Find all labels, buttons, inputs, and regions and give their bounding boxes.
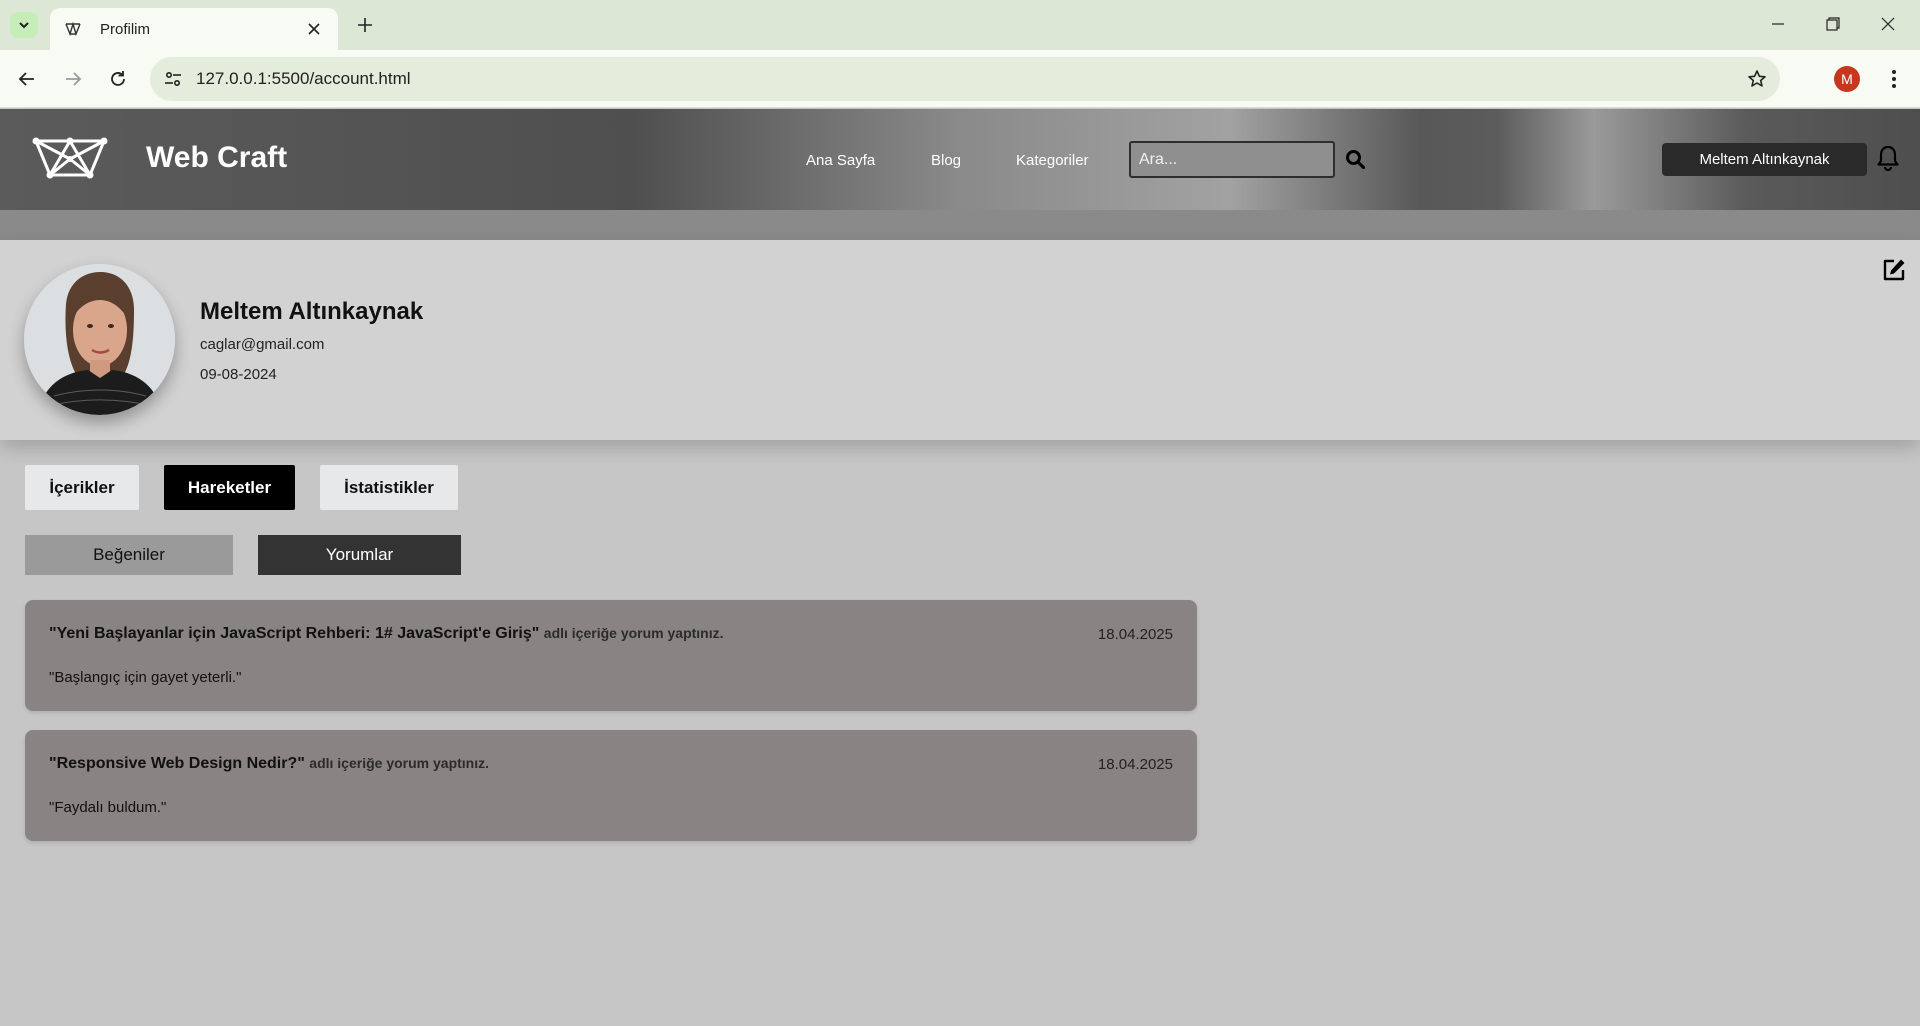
brand-title[interactable]: Web Craft (146, 141, 287, 175)
arrow-right-icon (66, 72, 82, 86)
search-input[interactable] (1129, 141, 1335, 178)
close-icon (1881, 17, 1895, 31)
profile-email: caglar@gmail.com (200, 336, 325, 353)
back-button[interactable] (12, 64, 42, 94)
bookmark-star-icon[interactable] (1746, 68, 1768, 90)
search-icon (1346, 150, 1365, 169)
comment-suffix: adlı içeriğe yorum yaptınız. (543, 625, 724, 641)
user-menu-button[interactable]: Meltem Altınkaynak (1662, 143, 1867, 176)
subtab-likes[interactable]: Beğeniler (25, 535, 233, 575)
comment-date: 18.04.2025 (1097, 756, 1173, 773)
tab-contents[interactable]: İçerikler (25, 465, 139, 510)
comment-title: "Yeni Başlayanlar için JavaScript Rehber… (49, 625, 724, 643)
comment-card: "Yeni Başlayanlar için JavaScript Rehber… (25, 600, 1197, 711)
restore-button[interactable] (1815, 10, 1851, 38)
header-divider-band (0, 210, 1920, 240)
comment-date: 18.04.2025 (1097, 626, 1173, 643)
browser-toolbar: 127.0.0.1:5500/account.html M (0, 50, 1920, 108)
minimize-icon (1772, 23, 1784, 25)
comment-suffix: adlı içeriğe yorum yaptınız. (309, 755, 489, 771)
webcraft-favicon-icon (64, 19, 84, 39)
url-text: 127.0.0.1:5500/account.html (196, 69, 411, 88)
search-button[interactable] (1344, 148, 1366, 170)
tab-search-button[interactable] (10, 12, 38, 38)
close-window-button[interactable] (1870, 10, 1906, 38)
comment-text: "Başlangıç için gayet yeterli." (49, 669, 242, 686)
comment-card: "Responsive Web Design Nedir?" adlı içer… (25, 730, 1197, 841)
browser-tab-active[interactable]: Profilim (50, 8, 338, 50)
browser-profile-avatar[interactable]: M (1834, 66, 1860, 92)
profile-card: Meltem Altınkaynak caglar@gmail.com 09-0… (0, 240, 1920, 440)
reload-button[interactable] (103, 64, 133, 94)
tab-statistics[interactable]: İstatistikler (320, 465, 458, 510)
plus-icon (358, 18, 372, 32)
comment-title: "Responsive Web Design Nedir?" adlı içer… (49, 755, 489, 773)
browser-tabstrip: Profilim (0, 0, 1920, 50)
edit-icon (1883, 259, 1905, 281)
comment-post-title[interactable]: "Responsive Web Design Nedir?" (49, 755, 305, 772)
edit-profile-button[interactable] (1880, 256, 1908, 284)
address-bar[interactable]: 127.0.0.1:5500/account.html (150, 57, 1780, 101)
minimize-button[interactable] (1760, 10, 1796, 38)
tab-close-icon[interactable] (304, 19, 324, 39)
chevron-down-icon (19, 22, 29, 29)
profile-name: Meltem Altınkaynak (200, 298, 424, 325)
comment-text: "Faydalı buldum." (49, 799, 167, 816)
subtab-comments[interactable]: Yorumlar (258, 535, 461, 575)
kebab-menu-icon (1892, 70, 1896, 88)
bell-icon (1877, 145, 1899, 171)
nav-link-categories[interactable]: Kategoriler (1016, 152, 1089, 169)
nav-link-blog[interactable]: Blog (931, 152, 961, 169)
tab-activities[interactable]: Hareketler (164, 465, 295, 510)
webcraft-logo-icon[interactable] (32, 135, 108, 183)
notifications-button[interactable] (1874, 143, 1902, 173)
profile-avatar-photo (24, 264, 175, 415)
profile-join-date: 09-08-2024 (200, 366, 277, 383)
comment-post-title[interactable]: "Yeni Başlayanlar için JavaScript Rehber… (49, 625, 539, 642)
tab-title: Profilim (100, 20, 151, 38)
forward-button[interactable] (58, 64, 88, 94)
restore-icon (1826, 17, 1840, 31)
nav-link-home[interactable]: Ana Sayfa (806, 152, 875, 169)
site-settings-icon[interactable] (162, 68, 184, 90)
site-header: Web Craft Ana Sayfa Blog Kategoriler Mel… (0, 109, 1920, 210)
arrow-left-icon (18, 72, 34, 86)
browser-menu-button[interactable] (1880, 64, 1908, 94)
reload-icon (111, 71, 125, 86)
new-tab-button[interactable] (352, 12, 378, 38)
